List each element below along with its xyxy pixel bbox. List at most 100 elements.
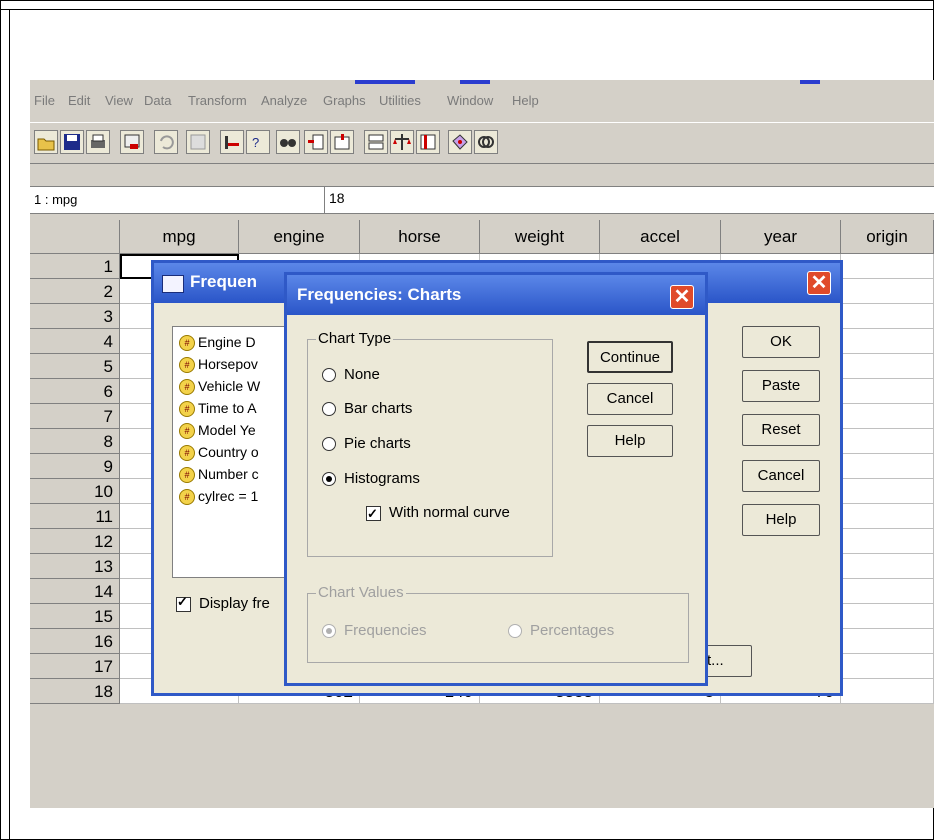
- grid-cell[interactable]: [841, 554, 934, 579]
- cell-value-input[interactable]: 18: [324, 187, 345, 213]
- grid-cell[interactable]: [841, 679, 934, 704]
- variable-item[interactable]: # Country o: [179, 441, 259, 463]
- ok-button[interactable]: OK: [742, 326, 820, 358]
- help-button[interactable]: Help: [742, 504, 820, 536]
- undo-icon[interactable]: [154, 130, 178, 154]
- menu-utilities[interactable]: Utilities: [379, 93, 421, 108]
- row-header[interactable]: 14: [30, 579, 120, 604]
- grid-cell[interactable]: [841, 529, 934, 554]
- row-header[interactable]: 18: [30, 679, 120, 704]
- grid-cell[interactable]: [841, 404, 934, 429]
- variable-item[interactable]: # cylrec = 1: [179, 485, 258, 507]
- corner-cell[interactable]: [30, 220, 120, 254]
- cancel-button[interactable]: Cancel: [742, 460, 820, 492]
- row-header[interactable]: 15: [30, 604, 120, 629]
- menu-help[interactable]: Help: [512, 93, 539, 108]
- grid-cell[interactable]: [841, 629, 934, 654]
- open-icon[interactable]: [34, 130, 58, 154]
- reset-button[interactable]: Reset: [742, 414, 820, 446]
- menu-analyze[interactable]: Analyze: [261, 93, 307, 108]
- variable-item[interactable]: # Engine D: [179, 331, 256, 353]
- continue-button[interactable]: Continue: [587, 341, 673, 373]
- row-header[interactable]: 5: [30, 354, 120, 379]
- grid-cell[interactable]: [841, 579, 934, 604]
- goto-case-icon[interactable]: [220, 130, 244, 154]
- with-normal-curve-checkbox[interactable]: With normal curve: [366, 502, 510, 525]
- row-header[interactable]: 13: [30, 554, 120, 579]
- menu-transform[interactable]: Transform: [188, 93, 247, 108]
- row-header[interactable]: 7: [30, 404, 120, 429]
- display-frequency-tables-checkbox[interactable]: Display fre: [176, 594, 270, 612]
- variable-item[interactable]: # Number c: [179, 463, 259, 485]
- select-cases-icon[interactable]: [416, 130, 440, 154]
- radio-histograms[interactable]: Histograms: [322, 468, 420, 490]
- menu-window[interactable]: Window: [447, 93, 493, 108]
- row-header[interactable]: 10: [30, 479, 120, 504]
- row-header[interactable]: 12: [30, 529, 120, 554]
- close-icon[interactable]: ✕: [807, 271, 831, 295]
- print-icon[interactable]: [86, 130, 110, 154]
- cancel-button[interactable]: Cancel: [587, 383, 673, 415]
- grid-cell[interactable]: [841, 454, 934, 479]
- variable-item[interactable]: # Vehicle W: [179, 375, 260, 397]
- column-header-horse[interactable]: horse: [360, 220, 480, 254]
- row-header[interactable]: 9: [30, 454, 120, 479]
- find-icon[interactable]: [276, 130, 300, 154]
- variable-item[interactable]: # Model Ye: [179, 419, 256, 441]
- menu-edit[interactable]: Edit: [68, 93, 90, 108]
- variables-icon[interactable]: ?: [246, 130, 270, 154]
- grid-cell[interactable]: [841, 654, 934, 679]
- menu-view[interactable]: View: [105, 93, 133, 108]
- row-header[interactable]: 17: [30, 654, 120, 679]
- menu-graphs[interactable]: Graphs: [323, 93, 366, 108]
- row-header[interactable]: 6: [30, 379, 120, 404]
- column-header-engine[interactable]: engine: [239, 220, 360, 254]
- grid-cell[interactable]: [841, 479, 934, 504]
- column-header-year[interactable]: year: [721, 220, 841, 254]
- radio-none[interactable]: None: [322, 364, 380, 386]
- weight-cases-icon[interactable]: [390, 130, 414, 154]
- grid-cell[interactable]: [841, 329, 934, 354]
- row-header[interactable]: 2: [30, 279, 120, 304]
- radio-bar-charts[interactable]: Bar charts: [322, 398, 412, 420]
- variable-item[interactable]: # Time to A: [179, 397, 257, 419]
- column-header-weight[interactable]: weight: [480, 220, 600, 254]
- goto-chart-icon[interactable]: [186, 130, 210, 154]
- row-header[interactable]: 16: [30, 629, 120, 654]
- split-file-icon[interactable]: [364, 130, 388, 154]
- use-sets-icon[interactable]: [474, 130, 498, 154]
- value-labels-icon[interactable]: [448, 130, 472, 154]
- row-header[interactable]: 8: [30, 429, 120, 454]
- format-button[interactable]: t...: [702, 645, 752, 677]
- grid-cell[interactable]: [841, 379, 934, 404]
- insert-variable-icon[interactable]: [330, 130, 354, 154]
- help-button[interactable]: Help: [587, 425, 673, 457]
- frame-left-line: [9, 9, 10, 840]
- cell-reference: 1 : mpg: [34, 192, 78, 207]
- grid-cell[interactable]: [841, 604, 934, 629]
- radio-frequencies[interactable]: Frequencies: [322, 620, 427, 642]
- dialog-recall-icon[interactable]: [120, 130, 144, 154]
- insert-case-icon[interactable]: [304, 130, 328, 154]
- row-header[interactable]: 3: [30, 304, 120, 329]
- row-header[interactable]: 1: [30, 254, 120, 279]
- paste-button[interactable]: Paste: [742, 370, 820, 402]
- grid-cell[interactable]: [841, 429, 934, 454]
- menu-file[interactable]: File: [34, 93, 55, 108]
- variable-item[interactable]: # Horsepov: [179, 353, 258, 375]
- radio-pie-charts[interactable]: Pie charts: [322, 433, 411, 455]
- column-header-origin[interactable]: origin: [841, 220, 934, 254]
- grid-cell[interactable]: [841, 504, 934, 529]
- save-icon[interactable]: [60, 130, 84, 154]
- row-header[interactable]: 4: [30, 329, 120, 354]
- grid-cell[interactable]: [841, 304, 934, 329]
- column-header-accel[interactable]: accel: [600, 220, 721, 254]
- grid-cell[interactable]: [841, 279, 934, 304]
- menu-data[interactable]: Data: [144, 93, 171, 108]
- radio-percentages[interactable]: Percentages: [508, 620, 614, 642]
- close-icon[interactable]: ✕: [670, 285, 694, 309]
- grid-cell[interactable]: [841, 354, 934, 379]
- row-header[interactable]: 11: [30, 504, 120, 529]
- grid-cell[interactable]: [841, 254, 934, 279]
- column-header-mpg[interactable]: mpg: [120, 220, 239, 254]
